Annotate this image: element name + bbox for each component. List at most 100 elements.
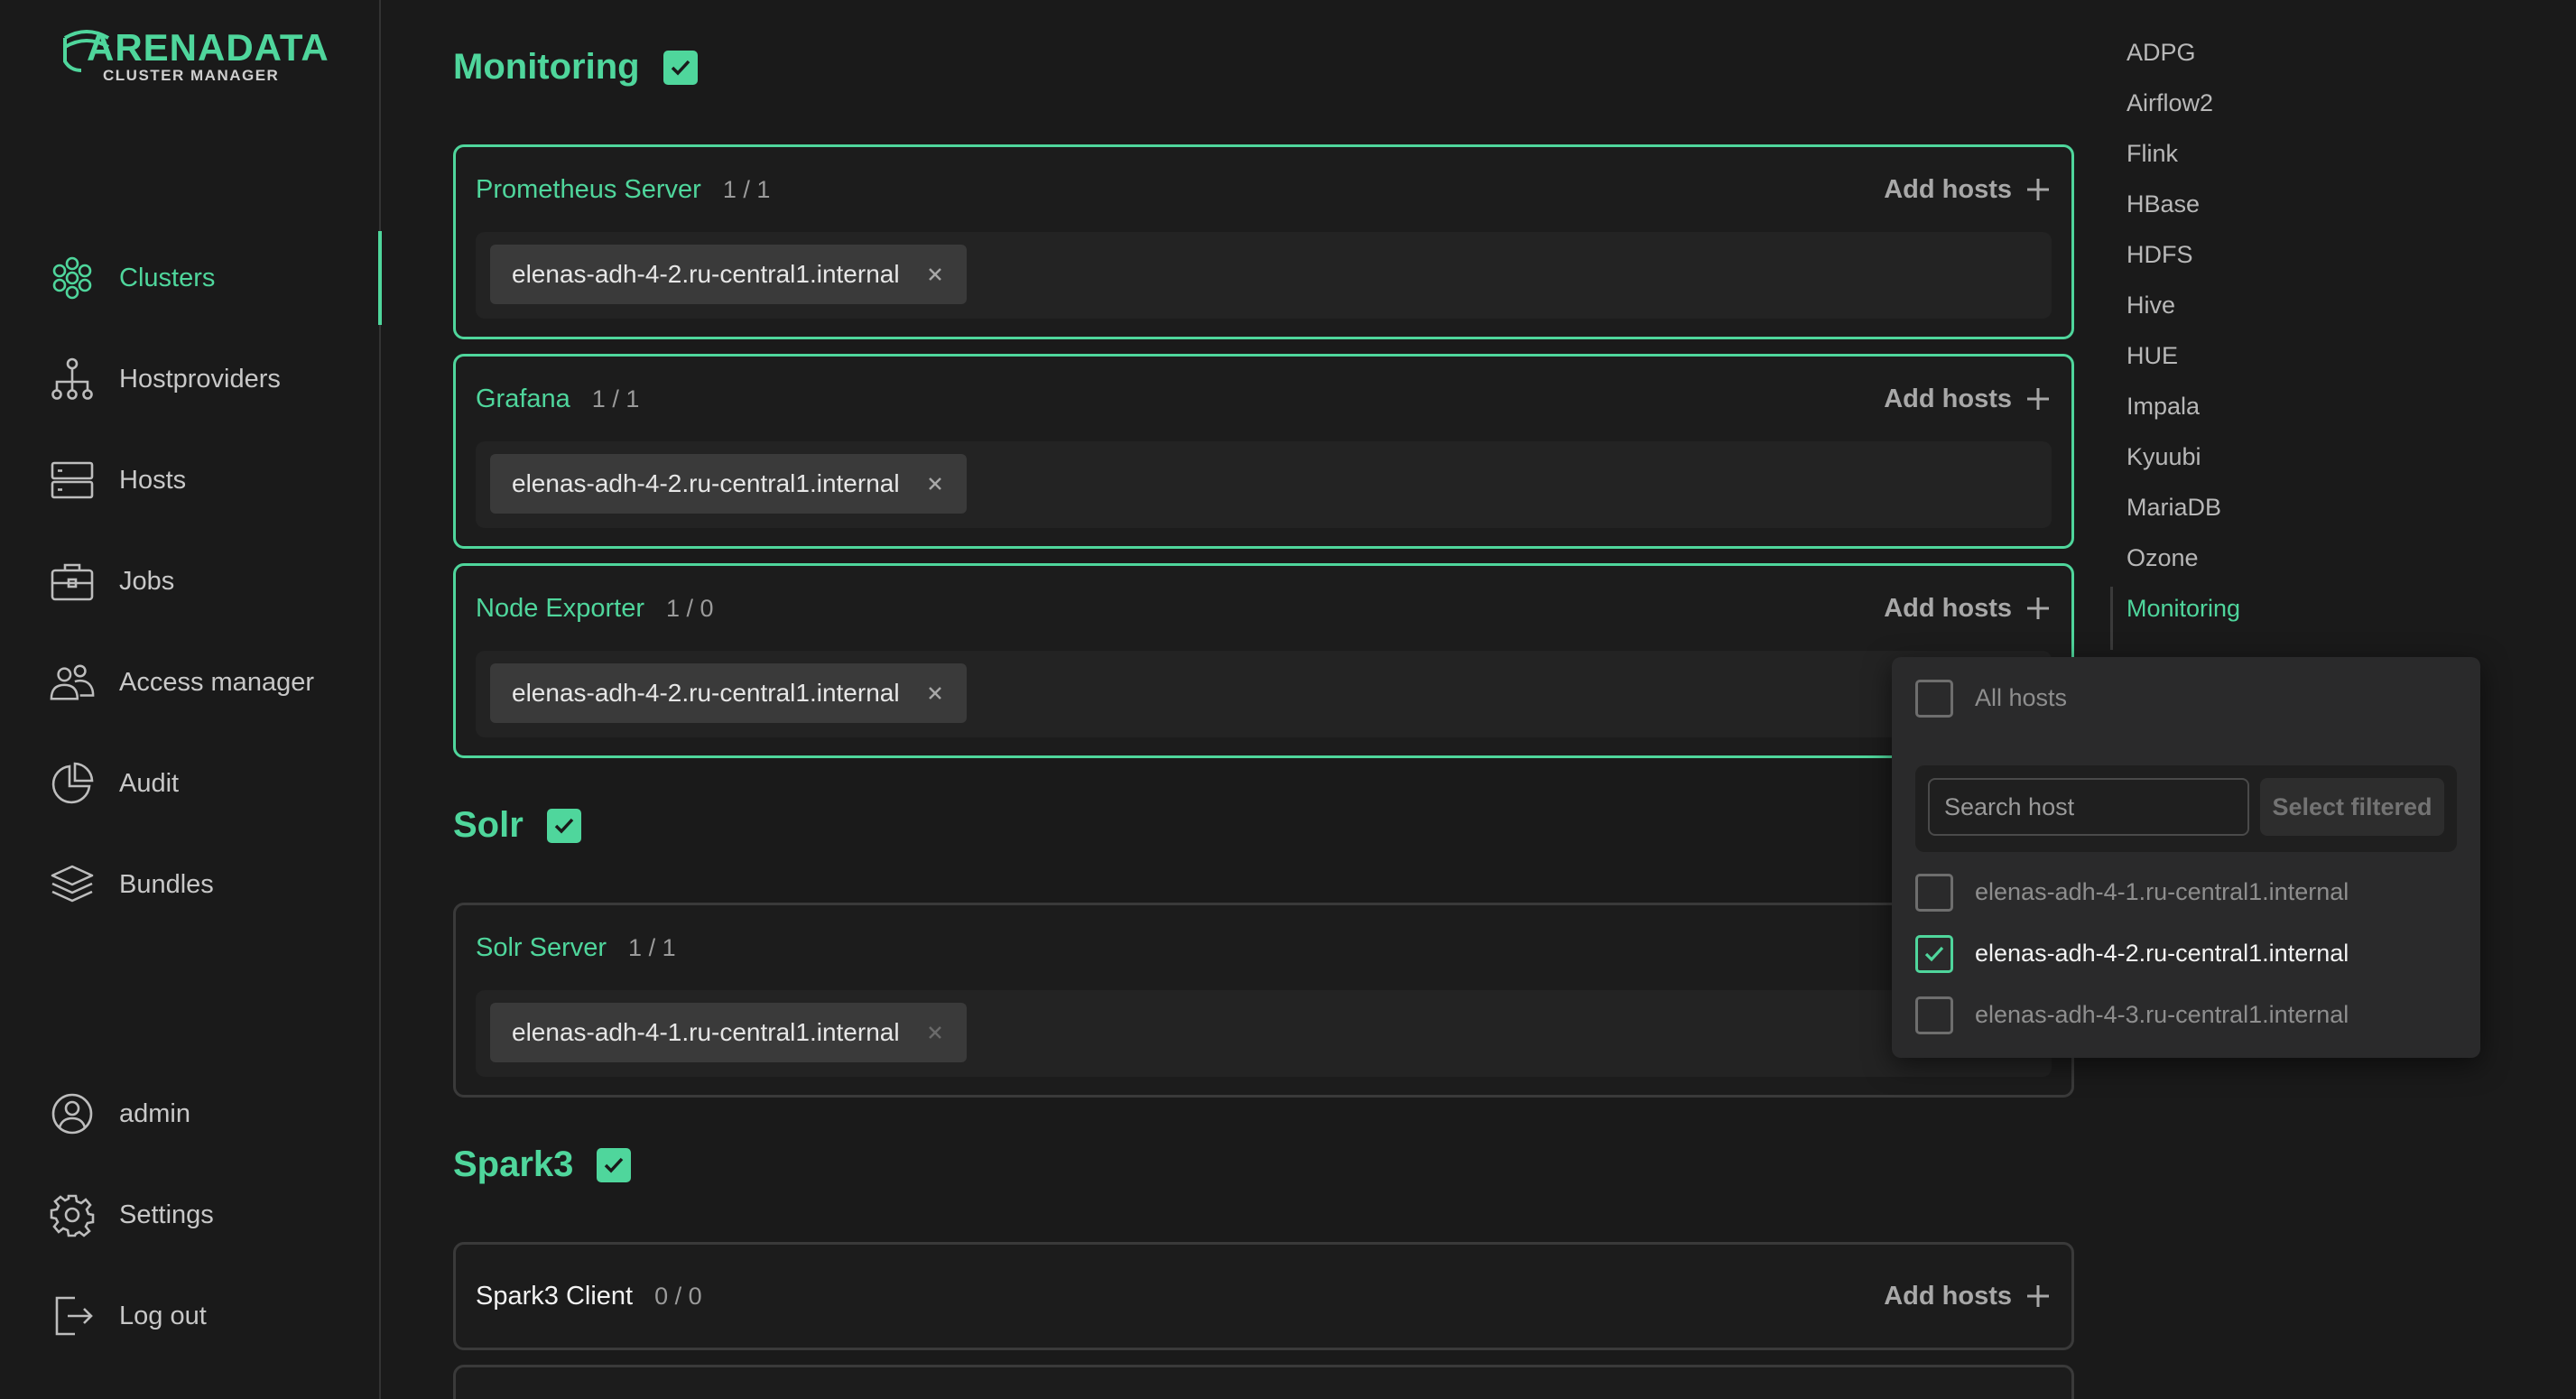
section-checkbox-spark3[interactable] — [597, 1147, 632, 1182]
sidebar-item-audit[interactable]: Audit — [49, 756, 179, 811]
component-card-grafana[interactable]: Grafana 1 / 1 Add hosts elenas-adh-4-2.r… — [453, 354, 2074, 549]
host-checkbox[interactable] — [1915, 874, 1953, 912]
host-chip: elenas-adh-4-2.ru-central1.internal — [490, 454, 967, 514]
component-card-spark3-client[interactable]: Spark3 Client 0 / 0 Add hosts — [453, 1242, 2074, 1350]
sidebar-item-label: Bundles — [119, 869, 214, 899]
add-hosts-button[interactable]: Add hosts — [1884, 384, 2052, 414]
sidebar-item-label: Log out — [119, 1301, 207, 1330]
sidebar-item-label: admin — [119, 1098, 190, 1128]
sidebar-item-bundles[interactable]: Bundles — [49, 857, 214, 912]
access-manager-icon — [49, 659, 96, 706]
filter-box: Select filtered — [1915, 765, 2457, 852]
gear-icon — [49, 1191, 96, 1238]
component-count: 1 / 1 — [591, 384, 640, 412]
all-hosts-label: All hosts — [1975, 684, 2068, 711]
section-title-spark3: Spark3 — [453, 1144, 632, 1185]
right-nav-item-mariadb[interactable]: MariaDB — [2127, 482, 2221, 533]
logout-icon — [49, 1292, 96, 1339]
check-icon — [554, 818, 574, 834]
sidebar-item-label: Clusters — [119, 263, 216, 292]
sidebar-item-clusters[interactable]: Clusters — [49, 251, 215, 305]
check-icon — [1924, 946, 1944, 962]
add-hosts-button[interactable]: Add hosts — [1884, 175, 2052, 205]
right-nav-item-hdfs[interactable]: HDFS — [2127, 229, 2193, 280]
close-icon[interactable] — [927, 685, 943, 701]
check-icon — [605, 1157, 624, 1173]
host-checkbox[interactable] — [1915, 935, 1953, 973]
host-chip: elenas-adh-4-2.ru-central1.internal — [490, 663, 967, 723]
section-checkbox-monitoring[interactable] — [663, 50, 698, 85]
jobs-icon — [49, 558, 96, 605]
right-nav-item-hive[interactable]: Hive — [2127, 280, 2175, 330]
hosts-area: elenas-adh-4-2.ru-central1.internal — [476, 232, 2052, 319]
add-hosts-button[interactable]: Add hosts — [1884, 1282, 2052, 1311]
host-chip: elenas-adh-4-1.ru-central1.internal — [490, 1003, 967, 1062]
close-icon[interactable] — [927, 1024, 943, 1041]
search-host-input[interactable] — [1930, 780, 2264, 834]
right-nav-item-airflow2[interactable]: Airflow2 — [2127, 78, 2213, 128]
sidebar-item-jobs[interactable]: Jobs — [49, 554, 174, 608]
sidebar-item-label: Jobs — [119, 566, 175, 596]
plus-icon — [2025, 595, 2052, 622]
component-count: 1 / 1 — [628, 933, 676, 961]
plus-icon — [2025, 1283, 2052, 1310]
right-nav-item-impala[interactable]: Impala — [2127, 381, 2200, 431]
sidebar-item-label: Hosts — [119, 465, 187, 495]
host-option-label: elenas-adh-4-1.ru-central1.internal — [1975, 878, 2349, 905]
host-option-label: elenas-adh-4-2.ru-central1.internal — [1975, 940, 2349, 967]
hostproviders-icon — [49, 356, 96, 403]
host-chip: elenas-adh-4-2.ru-central1.internal — [490, 245, 967, 304]
section-title-monitoring: Monitoring — [453, 47, 698, 88]
component-card-next — [453, 1365, 2074, 1399]
all-hosts-checkbox[interactable] — [1915, 680, 1953, 718]
sidebar-item-settings[interactable]: Settings — [49, 1188, 214, 1242]
clusters-icon — [49, 255, 96, 301]
check-icon — [671, 60, 690, 76]
component-card-node-exporter[interactable]: Node Exporter 1 / 0 Add hosts elenas-adh… — [453, 563, 2074, 758]
brand-logo[interactable]: ARENADATA CLUSTER MANAGER — [61, 29, 329, 85]
search-host-field — [1928, 778, 2293, 836]
add-hosts-popup: All hosts Select filtered elenas-adh-4-1… — [1892, 657, 2480, 1058]
right-nav-item-ozone[interactable]: Ozone — [2127, 533, 2199, 583]
user-icon — [49, 1090, 96, 1137]
sidebar-item-logout[interactable]: Log out — [49, 1289, 207, 1343]
host-option-label: elenas-adh-4-3.ru-central1.internal — [1975, 1001, 2349, 1028]
component-count: 0 / 0 — [654, 1282, 702, 1310]
arenadata-logo-icon — [63, 30, 110, 72]
sidebar-item-label: Audit — [119, 768, 180, 798]
hosts-icon — [49, 457, 96, 504]
plus-icon — [2025, 385, 2052, 412]
right-nav-item-hue[interactable]: HUE — [2127, 330, 2178, 381]
select-filtered-button[interactable]: Select filtered — [2260, 778, 2444, 836]
sidebar-item-admin[interactable]: admin — [49, 1087, 190, 1141]
sidebar-item-hosts[interactable]: Hosts — [49, 453, 186, 507]
sidebar-item-access-manager[interactable]: Access manager — [49, 655, 314, 709]
sidebar-item-hostproviders[interactable]: Hostproviders — [49, 352, 281, 406]
sidebar-item-label: Hostproviders — [119, 364, 281, 394]
component-card-solr-server[interactable]: Solr Server 1 / 1 elenas-adh-4-1.ru-cent… — [453, 903, 2074, 1098]
sidebar-item-label: Settings — [119, 1200, 214, 1229]
add-hosts-button[interactable]: Add hosts — [1884, 594, 2052, 624]
component-name: Grafana — [476, 384, 570, 413]
component-name: Node Exporter — [476, 593, 644, 623]
right-nav-item-monitoring[interactable]: Monitoring — [2127, 583, 2240, 634]
hosts-area: elenas-adh-4-2.ru-central1.internal — [476, 651, 2052, 737]
component-card-prometheus-server[interactable]: Prometheus Server 1 / 1 Add hosts elenas… — [453, 144, 2074, 339]
right-nav-item-hbase[interactable]: HBase — [2127, 179, 2200, 229]
audit-icon — [49, 760, 96, 807]
hosts-area: elenas-adh-4-1.ru-central1.internal — [476, 990, 2052, 1077]
right-nav-item-adpg[interactable]: ADPG — [2127, 27, 2196, 78]
plus-icon — [2025, 176, 2052, 203]
nav-active-indicator — [378, 231, 382, 325]
section-title-solr: Solr — [453, 805, 581, 846]
section-checkbox-solr[interactable] — [546, 808, 581, 843]
host-checkbox[interactable] — [1915, 996, 1953, 1034]
right-nav-item-flink[interactable]: Flink — [2127, 128, 2178, 179]
component-name: Solr Server — [476, 932, 607, 962]
component-count: 1 / 1 — [722, 175, 771, 203]
component-name: Spark3 Client — [476, 1281, 634, 1311]
close-icon[interactable] — [927, 266, 943, 283]
component-count: 1 / 0 — [666, 594, 714, 622]
close-icon[interactable] — [927, 476, 943, 492]
right-nav-item-kyuubi[interactable]: Kyuubi — [2127, 431, 2201, 482]
